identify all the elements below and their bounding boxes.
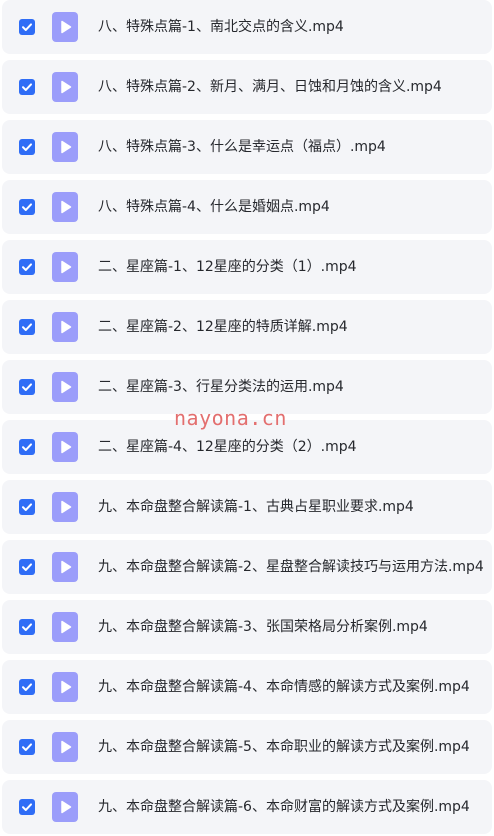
video-file-icon xyxy=(52,612,78,642)
checkbox-checked[interactable] xyxy=(19,259,35,275)
video-file-icon xyxy=(52,372,78,402)
checkbox-checked[interactable] xyxy=(19,139,35,155)
file-row[interactable]: 九、本命盘整合解读篇-2、星盘整合解读技巧与运用方法.mp4 xyxy=(2,540,492,594)
video-file-icon xyxy=(52,732,78,762)
watermark-text: nayona.cn xyxy=(174,406,287,430)
checkbox-checked[interactable] xyxy=(19,499,35,515)
checkbox-checked[interactable] xyxy=(19,619,35,635)
file-name[interactable]: 八、特殊点篇-2、新月、满月、日蚀和月蚀的含义.mp4 xyxy=(98,60,442,114)
file-row[interactable]: 二、星座篇-2、12星座的特质详解.mp4 xyxy=(2,300,492,354)
file-row[interactable]: 八、特殊点篇-4、什么是婚姻点.mp4 xyxy=(2,180,492,234)
file-name[interactable]: 九、本命盘整合解读篇-2、星盘整合解读技巧与运用方法.mp4 xyxy=(98,540,484,594)
video-file-icon xyxy=(52,192,78,222)
checkbox-checked[interactable] xyxy=(19,439,35,455)
file-name[interactable]: 九、本命盘整合解读篇-4、本命情感的解读方式及案例.mp4 xyxy=(98,660,470,714)
checkbox-checked[interactable] xyxy=(19,379,35,395)
file-name[interactable]: 二、星座篇-1、12星座的分类（1）.mp4 xyxy=(98,240,357,294)
video-file-icon xyxy=(52,132,78,162)
file-name[interactable]: 八、特殊点篇-4、什么是婚姻点.mp4 xyxy=(98,180,330,234)
file-row[interactable]: 九、本命盘整合解读篇-5、本命职业的解读方式及案例.mp4 xyxy=(2,720,492,774)
file-name[interactable]: 九、本命盘整合解读篇-3、张国荣格局分析案例.mp4 xyxy=(98,600,428,654)
checkbox-checked[interactable] xyxy=(19,199,35,215)
video-file-icon xyxy=(52,432,78,462)
checkbox-checked[interactable] xyxy=(19,319,35,335)
checkbox-checked[interactable] xyxy=(19,739,35,755)
video-file-icon xyxy=(52,552,78,582)
file-row[interactable]: 八、特殊点篇-3、什么是幸运点（福点）.mp4 xyxy=(2,120,492,174)
video-file-icon xyxy=(52,252,78,282)
file-row[interactable]: 九、本命盘整合解读篇-3、张国荣格局分析案例.mp4 xyxy=(2,600,492,654)
video-file-icon xyxy=(52,72,78,102)
checkbox-checked[interactable] xyxy=(19,559,35,575)
file-name[interactable]: 九、本命盘整合解读篇-1、古典占星职业要求.mp4 xyxy=(98,480,414,534)
file-row[interactable]: 二、星座篇-1、12星座的分类（1）.mp4 xyxy=(2,240,492,294)
checkbox-checked[interactable] xyxy=(19,19,35,35)
video-file-icon xyxy=(52,792,78,822)
video-file-icon xyxy=(52,672,78,702)
file-row[interactable]: 八、特殊点篇-2、新月、满月、日蚀和月蚀的含义.mp4 xyxy=(2,60,492,114)
checkbox-checked[interactable] xyxy=(19,679,35,695)
file-name[interactable]: 二、星座篇-2、12星座的特质详解.mp4 xyxy=(98,300,348,354)
file-name[interactable]: 八、特殊点篇-1、南北交点的含义.mp4 xyxy=(98,0,344,54)
video-file-icon xyxy=(52,492,78,522)
video-file-icon xyxy=(52,12,78,42)
checkbox-checked[interactable] xyxy=(19,799,35,815)
file-row[interactable]: 九、本命盘整合解读篇-1、古典占星职业要求.mp4 xyxy=(2,480,492,534)
file-name[interactable]: 九、本命盘整合解读篇-5、本命职业的解读方式及案例.mp4 xyxy=(98,720,470,774)
video-file-icon xyxy=(52,312,78,342)
file-name[interactable]: 九、本命盘整合解读篇-6、本命财富的解读方式及案例.mp4 xyxy=(98,780,470,834)
checkbox-checked[interactable] xyxy=(19,79,35,95)
file-name[interactable]: 八、特殊点篇-3、什么是幸运点（福点）.mp4 xyxy=(98,120,386,174)
file-row[interactable]: 九、本命盘整合解读篇-4、本命情感的解读方式及案例.mp4 xyxy=(2,660,492,714)
file-row[interactable]: 九、本命盘整合解读篇-6、本命财富的解读方式及案例.mp4 xyxy=(2,780,492,834)
file-row[interactable]: 八、特殊点篇-1、南北交点的含义.mp4 xyxy=(2,0,492,54)
